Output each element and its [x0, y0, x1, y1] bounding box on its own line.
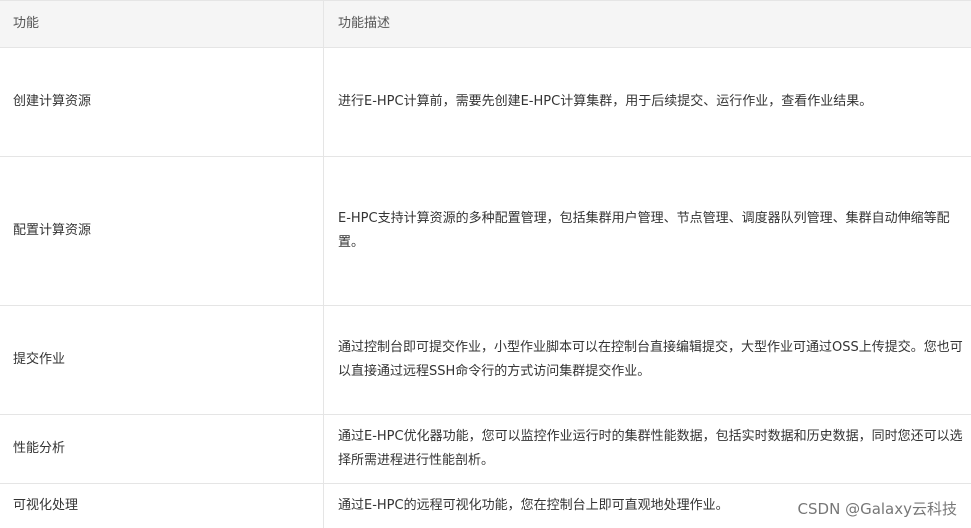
header-description: 功能描述	[324, 1, 971, 47]
feature-table: 功能 功能描述 创建计算资源 进行E-HPC计算前，需要先创建E-HPC计算集群…	[0, 0, 971, 527]
table-row: 提交作业 通过控制台即可提交作业，小型作业脚本可以在控制台直接编辑提交，大型作业…	[0, 306, 971, 415]
table-row: 配置计算资源 E-HPC支持计算资源的多种配置管理，包括集群用户管理、节点管理、…	[0, 157, 971, 306]
description-cell: 通过E-HPC优化器功能，您可以监控作业运行时的集群性能数据，包括实时数据和历史…	[324, 415, 971, 483]
description-cell: E-HPC支持计算资源的多种配置管理，包括集群用户管理、节点管理、调度器队列管理…	[324, 157, 971, 305]
description-cell: 进行E-HPC计算前，需要先创建E-HPC计算集群，用于后续提交、运行作业，查看…	[324, 48, 971, 156]
table-row: 性能分析 通过E-HPC优化器功能，您可以监控作业运行时的集群性能数据，包括实时…	[0, 415, 971, 484]
description-cell: 通过控制台即可提交作业，小型作业脚本可以在控制台直接编辑提交，大型作业可通过OS…	[324, 306, 971, 414]
table-row: 创建计算资源 进行E-HPC计算前，需要先创建E-HPC计算集群，用于后续提交、…	[0, 48, 971, 157]
watermark: CSDN @Galaxy云科技	[798, 498, 957, 519]
feature-cell: 配置计算资源	[0, 157, 324, 305]
feature-cell: 可视化处理	[0, 484, 324, 528]
header-feature: 功能	[0, 1, 324, 47]
feature-cell: 提交作业	[0, 306, 324, 414]
table-header-row: 功能 功能描述	[0, 1, 971, 48]
feature-cell: 性能分析	[0, 415, 324, 483]
feature-cell: 创建计算资源	[0, 48, 324, 156]
